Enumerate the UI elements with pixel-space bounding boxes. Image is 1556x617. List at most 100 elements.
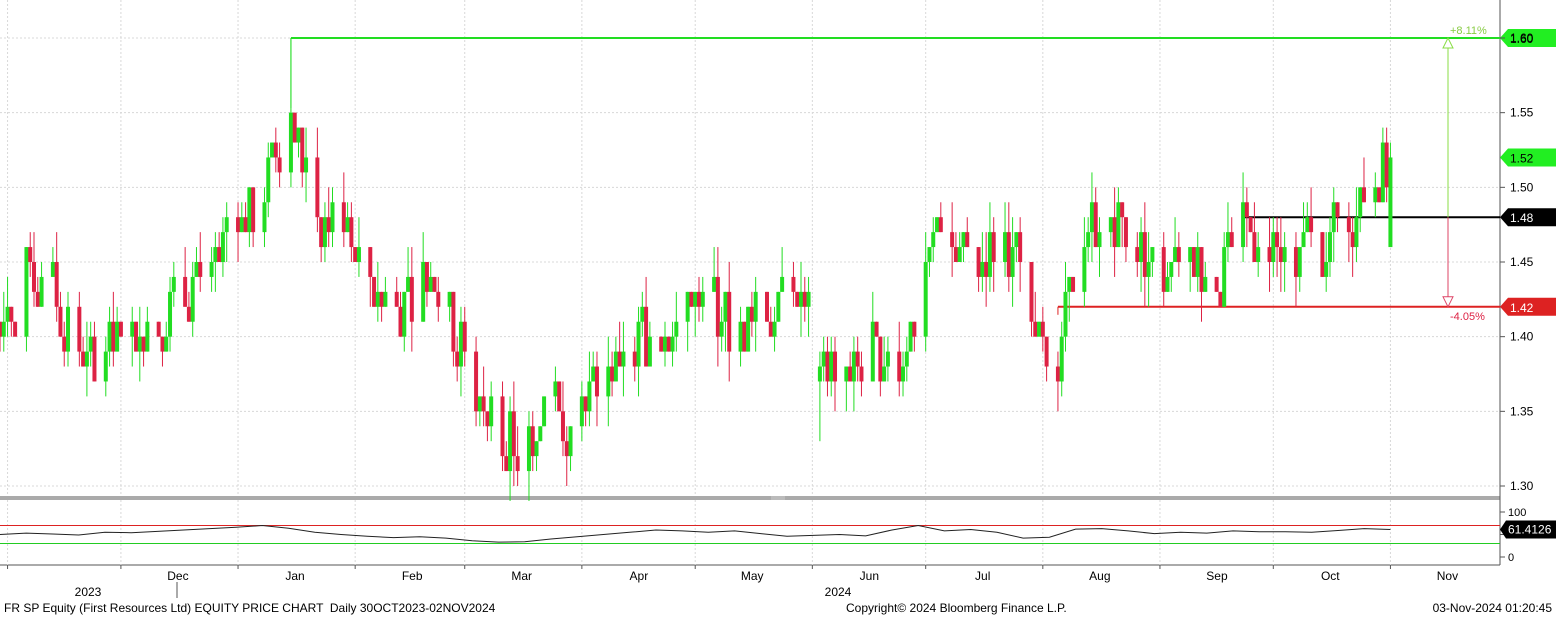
- candle-body: [1006, 232, 1011, 277]
- candle-body: [1150, 247, 1155, 262]
- candle: [270, 142, 275, 158]
- candle-body: [1320, 232, 1325, 277]
- candle: [659, 336, 664, 352]
- candle-body: [1358, 187, 1363, 218]
- candle: [1071, 276, 1076, 292]
- candle-body: [870, 321, 875, 382]
- chart-description: FR SP Equity (First Resources Ltd) EQUIT…: [4, 601, 496, 615]
- candle-body: [243, 217, 248, 233]
- candle-body: [957, 247, 962, 262]
- candle-body: [961, 232, 966, 248]
- candle-body: [322, 217, 327, 248]
- candle-body: [462, 321, 467, 352]
- candle-body: [644, 306, 649, 367]
- candle-body: [1225, 232, 1230, 248]
- x-year-label: 2023: [75, 585, 102, 599]
- x-month-label: May: [741, 569, 764, 583]
- candle-body: [534, 441, 539, 457]
- candle-body: [897, 351, 902, 382]
- candle-body: [474, 351, 479, 412]
- candle-body: [791, 276, 796, 292]
- candle-body: [723, 291, 728, 322]
- candle-body: [213, 247, 218, 262]
- candle-body: [345, 217, 350, 233]
- candle-body: [935, 217, 940, 233]
- candle-body: [859, 366, 864, 382]
- candle-body: [1241, 202, 1246, 248]
- candle-body: [92, 336, 97, 382]
- y-tick-label: 1.60: [1510, 31, 1534, 45]
- candle-body: [938, 217, 943, 233]
- candle-body: [901, 366, 906, 382]
- candle-body: [1123, 217, 1128, 248]
- x-month-label: Jun: [860, 569, 879, 583]
- candle-body: [765, 291, 770, 322]
- candle-body: [451, 291, 456, 352]
- candle-body: [35, 291, 40, 307]
- candle-body: [504, 456, 509, 472]
- candle: [557, 381, 562, 412]
- candle-body: [984, 262, 989, 277]
- candle-body: [1018, 232, 1023, 262]
- candle-body: [1195, 247, 1200, 277]
- candle-body: [738, 321, 743, 352]
- level-tag-label: 1.48: [1510, 211, 1534, 225]
- candle-body: [1010, 247, 1015, 277]
- candle-body: [458, 321, 463, 367]
- x-month-label: Jan: [285, 569, 304, 583]
- candle-body: [1305, 217, 1310, 233]
- candle-body: [50, 262, 55, 277]
- candle-body: [171, 276, 176, 292]
- candle-body: [927, 247, 932, 262]
- candle-body: [107, 321, 112, 352]
- candle-body: [1086, 232, 1091, 248]
- candle-body: [1191, 247, 1196, 277]
- candle-body: [375, 291, 380, 307]
- level-tag: 1.52: [1500, 148, 1556, 167]
- candle-body: [1071, 276, 1076, 292]
- candle-body: [39, 276, 44, 307]
- candle-body: [292, 112, 297, 143]
- candle-body: [1346, 217, 1351, 233]
- y-tick-label: 1.40: [1510, 330, 1534, 344]
- candle: [432, 276, 437, 292]
- candle-body: [1229, 232, 1234, 248]
- candle-body: [24, 247, 29, 337]
- candle-body: [406, 276, 411, 292]
- candle-body: [1301, 232, 1306, 248]
- candle: [1037, 321, 1042, 337]
- rsi-y-tick-label: 0: [1508, 552, 1514, 564]
- candle-body: [209, 262, 214, 277]
- x-month-label: Nov: [1437, 569, 1458, 583]
- candle: [134, 321, 139, 352]
- candle: [795, 291, 800, 307]
- candle-body: [1361, 187, 1366, 203]
- candle-body: [315, 157, 320, 218]
- candle-body: [508, 411, 513, 472]
- candle-body: [1293, 247, 1298, 277]
- candle-body: [848, 366, 853, 382]
- candle-body: [1256, 247, 1261, 262]
- candle-body: [428, 276, 433, 292]
- candle-body: [436, 291, 441, 307]
- candle-body: [402, 291, 407, 337]
- candle: [935, 217, 940, 233]
- candle: [542, 396, 547, 427]
- candle-body: [560, 411, 565, 442]
- candle-body: [353, 247, 358, 262]
- candle-body: [500, 396, 505, 457]
- candle-body: [398, 306, 403, 337]
- candle-body: [1169, 262, 1174, 277]
- candle-body: [198, 262, 203, 277]
- candle-body: [273, 142, 278, 158]
- candle-body: [855, 351, 860, 367]
- y-tick-label: 1.45: [1510, 255, 1534, 269]
- candle-body: [356, 247, 361, 262]
- candle-body: [349, 217, 354, 248]
- candle-body: [270, 142, 275, 158]
- candle-body: [481, 396, 486, 412]
- chart-grid: [0, 0, 1501, 566]
- candle-body: [666, 336, 671, 352]
- candle-body: [980, 262, 985, 277]
- candle-body: [802, 291, 807, 307]
